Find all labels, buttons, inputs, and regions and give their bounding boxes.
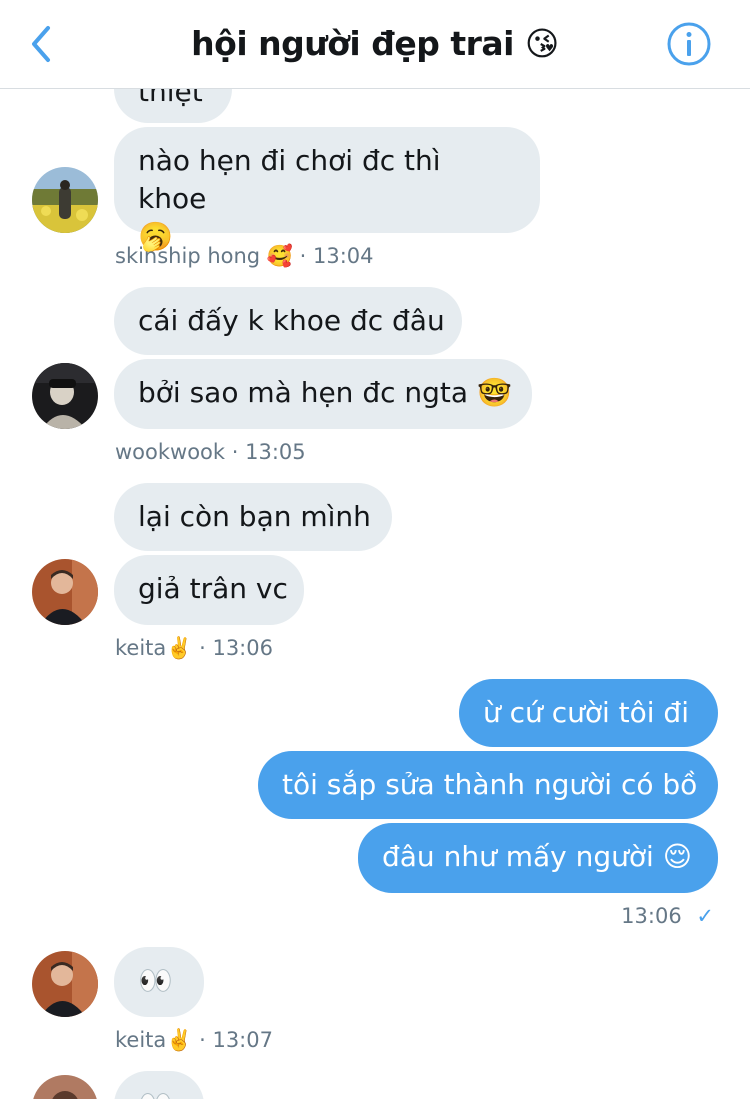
- sender-name: wookwook: [115, 440, 226, 464]
- conversation-title: hội người đẹp trai 😘: [191, 24, 559, 63]
- sent-message-meta: 13:06 ✓: [621, 902, 714, 930]
- sender-name: keita✌️: [115, 636, 193, 660]
- message-text: bởi sao mà hẹn đc ngta 🤓: [138, 376, 512, 409]
- message-bubble[interactable]: bởi sao mà hẹn đc ngta 🤓: [114, 359, 532, 429]
- message-bubble[interactable]: 👀: [114, 947, 204, 1017]
- message-time: · 13:07: [199, 1028, 273, 1052]
- message-time: · 13:06: [199, 636, 273, 660]
- message-text: ừ cứ cười tôi đi: [483, 696, 689, 729]
- message-emoji: 👀: [138, 1088, 173, 1099]
- message-bubble[interactable]: nào hẹn đi chơi đc thì khoe 🥱: [114, 127, 540, 253]
- message-bubble[interactable]: cái đấy k khoe đc đâu: [114, 287, 462, 355]
- sent-message-bubble[interactable]: đâu như mấy người 😌: [358, 823, 718, 893]
- message-meta: skinship hong 🥰 · 13:04: [115, 242, 374, 270]
- message-meta: wookwook · 13:05: [115, 438, 306, 466]
- message-time: · 13:04: [299, 244, 374, 268]
- message-bubble[interactable]: lại còn bạn mình: [114, 483, 392, 551]
- message-thread[interactable]: thiệt nào hẹn đi chơi đc thì khoe 🥱 skin…: [0, 89, 750, 1099]
- message-time: · 13:05: [231, 440, 306, 464]
- avatar-keita[interactable]: [32, 951, 98, 1017]
- sender-name: keita✌️: [115, 1028, 193, 1052]
- sender-name: skinship hong 🥰: [115, 244, 293, 268]
- message-text: cái đấy k khoe đc đâu: [138, 304, 445, 337]
- message-text: tôi sắp sửa thành người có bồ: [282, 768, 698, 801]
- avatar[interactable]: [32, 1075, 98, 1099]
- avatar-wookwook[interactable]: [32, 363, 98, 429]
- sent-message-bubble[interactable]: ừ cứ cười tôi đi: [459, 679, 718, 747]
- message-text: giả trân vc: [138, 572, 288, 605]
- message-meta: keita✌️ · 13:06: [115, 634, 273, 662]
- info-icon: [667, 22, 711, 66]
- message-text: thiệt: [138, 89, 203, 108]
- message-time: 13:06: [621, 904, 682, 928]
- message-text: nào hẹn đi chơi đc thì khoe: [138, 144, 441, 215]
- message-bubble[interactable]: giả trân vc: [114, 555, 304, 625]
- delivered-check-icon: ✓: [696, 904, 714, 928]
- sent-message-bubble[interactable]: tôi sắp sửa thành người có bồ: [258, 751, 718, 819]
- message-meta: keita✌️ · 13:07: [115, 1026, 273, 1054]
- conversation-header: hội người đẹp trai 😘: [0, 0, 750, 89]
- info-button[interactable]: [666, 21, 712, 67]
- message-bubble[interactable]: thiệt: [114, 89, 232, 123]
- avatar-skinship-hong[interactable]: [32, 167, 98, 233]
- message-text: đâu như mấy người 😌: [382, 840, 692, 873]
- message-emoji: 👀: [138, 964, 173, 997]
- message-text: lại còn bạn mình: [138, 500, 371, 533]
- message-bubble[interactable]: 👀: [114, 1071, 204, 1099]
- avatar-keita[interactable]: [32, 559, 98, 625]
